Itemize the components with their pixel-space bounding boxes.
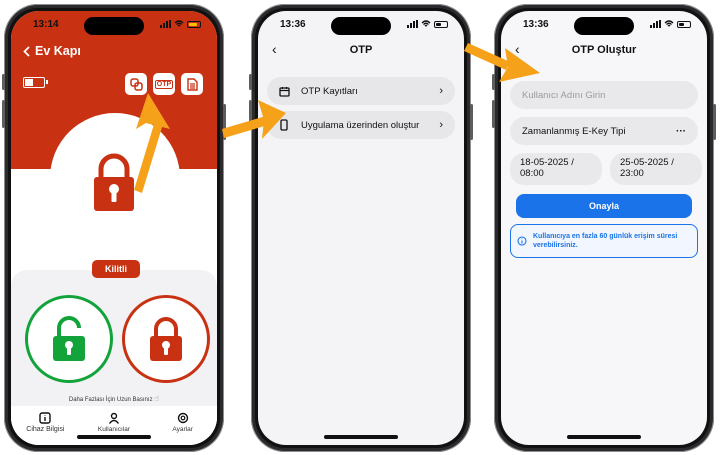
dynamic-island [84,17,144,35]
home-indicator [567,435,641,439]
battery-status-icon [187,20,201,28]
user-icon [108,412,120,424]
document-icon [186,77,198,91]
menu-item-otp-records[interactable]: OTP Kayıtları › [267,77,455,105]
locked-padlock-icon [150,317,182,361]
end-time: 23:00 [620,168,644,179]
unlock-button[interactable] [25,295,113,383]
otp-icon: OTP [154,79,174,89]
logs-button[interactable] [181,73,203,95]
wifi-icon [664,20,674,27]
signal-icon [160,20,171,28]
link-icon [129,77,143,91]
home-indicator [324,435,398,439]
wifi-icon [421,20,431,27]
start-time: 08:00 [520,168,544,179]
phone-lock-screen: 13:14 Ev Kapı OTP Kilitli Daha Fazlası İ… [2,4,226,452]
start-date-field[interactable]: 18-05-2025 / 08:00 [510,153,602,185]
phone-icon [277,119,291,131]
page-title: OTP [349,44,373,56]
start-date: 18-05-2025 / [520,157,574,168]
tab-users[interactable]: Kullanıcılar [84,412,144,433]
info-circle-icon [517,236,527,246]
battery-status-icon [434,20,448,28]
nav-bar: ‹ OTP Oluştur [501,41,707,63]
long-press-hint: Daha Fazlası İçin Uzun Basınız ☝ [11,394,217,403]
unlocked-padlock-icon [53,316,85,361]
signal-icon [407,20,418,28]
ekey-type-select[interactable]: Zamanlanmış E-Key Tipi ··· [510,117,698,145]
menu-item-label: Uygulama üzerinden oluştur [301,119,420,131]
lock-status-badge: Kilitli [92,260,140,278]
canvas: 13:14 Ev Kapı OTP Kilitli Daha Fazlası İ… [0,0,723,455]
page-title[interactable]: Ev Kapı [23,44,81,58]
dynamic-island [574,17,634,35]
info-banner: Kullanıcıya en fazla 60 günlük erişim sü… [510,224,698,258]
calendar-icon [277,86,291,97]
battery-status-icon [677,20,691,28]
page-title: OTP Oluştur [571,44,637,56]
end-date: 25-05-2025 / [620,157,674,168]
wifi-icon [174,20,184,27]
settings-icon [177,412,188,424]
top-actions: OTP [125,73,203,95]
device-battery-icon [23,77,48,88]
tab-device-info[interactable]: Cihaz Bilgisi [15,412,75,433]
chevron-right-icon: › [439,85,443,97]
username-input[interactable]: Kullanıcı Adını Girin [510,81,698,109]
confirm-button[interactable]: Onayla [516,194,692,218]
info-text: Kullanıcıya en fazla 60 günlük erişim sü… [533,233,678,249]
locked-padlock-icon [92,151,136,218]
more-icon: ··· [676,125,686,137]
tab-label: Ayarlar [172,426,193,433]
hint-text: Daha Fazlası İçin Uzun Basınız [68,397,153,403]
device-name: Ev Kapı [35,44,81,58]
link-button[interactable] [125,73,147,95]
tab-label: Kullanıcılar [97,426,131,433]
chevron-right-icon: › [439,119,443,131]
lock-button[interactable] [122,295,210,383]
status-time: 13:36 [523,19,549,30]
status-time: 13:36 [280,19,306,30]
phone-otp-menu: 13:36 ‹ OTP OTP Kayıtları › Uygulama üze… [249,4,473,452]
tab-label: Cihaz Bilgisi [26,426,65,433]
end-date-field[interactable]: 25-05-2025 / 23:00 [610,153,702,185]
hand-pointer-icon: ☝ [154,394,160,403]
menu-item-label: OTP Kayıtları [301,85,358,97]
otp-button[interactable]: OTP [153,73,175,95]
back-chevron-icon[interactable] [23,45,30,57]
menu-item-create-via-app[interactable]: Uygulama üzerinden oluştur › [267,111,455,139]
phone-otp-create: 13:36 ‹ OTP Oluştur Kullanıcı Adını Giri… [492,4,716,452]
dynamic-island [331,17,391,35]
nav-bar: ‹ OTP [258,41,464,63]
info-icon [39,412,52,424]
username-placeholder: Kullanıcı Adını Girin [522,89,606,101]
tab-bar: Cihaz Bilgisi Kullanıcılar Ayarlar [11,406,217,445]
status-time: 13:14 [33,19,59,30]
home-indicator [77,435,151,439]
tab-settings[interactable]: Ayarlar [153,412,213,433]
ekey-type-value: Zamanlanmış E-Key Tipi [522,125,626,137]
signal-icon [650,20,661,28]
